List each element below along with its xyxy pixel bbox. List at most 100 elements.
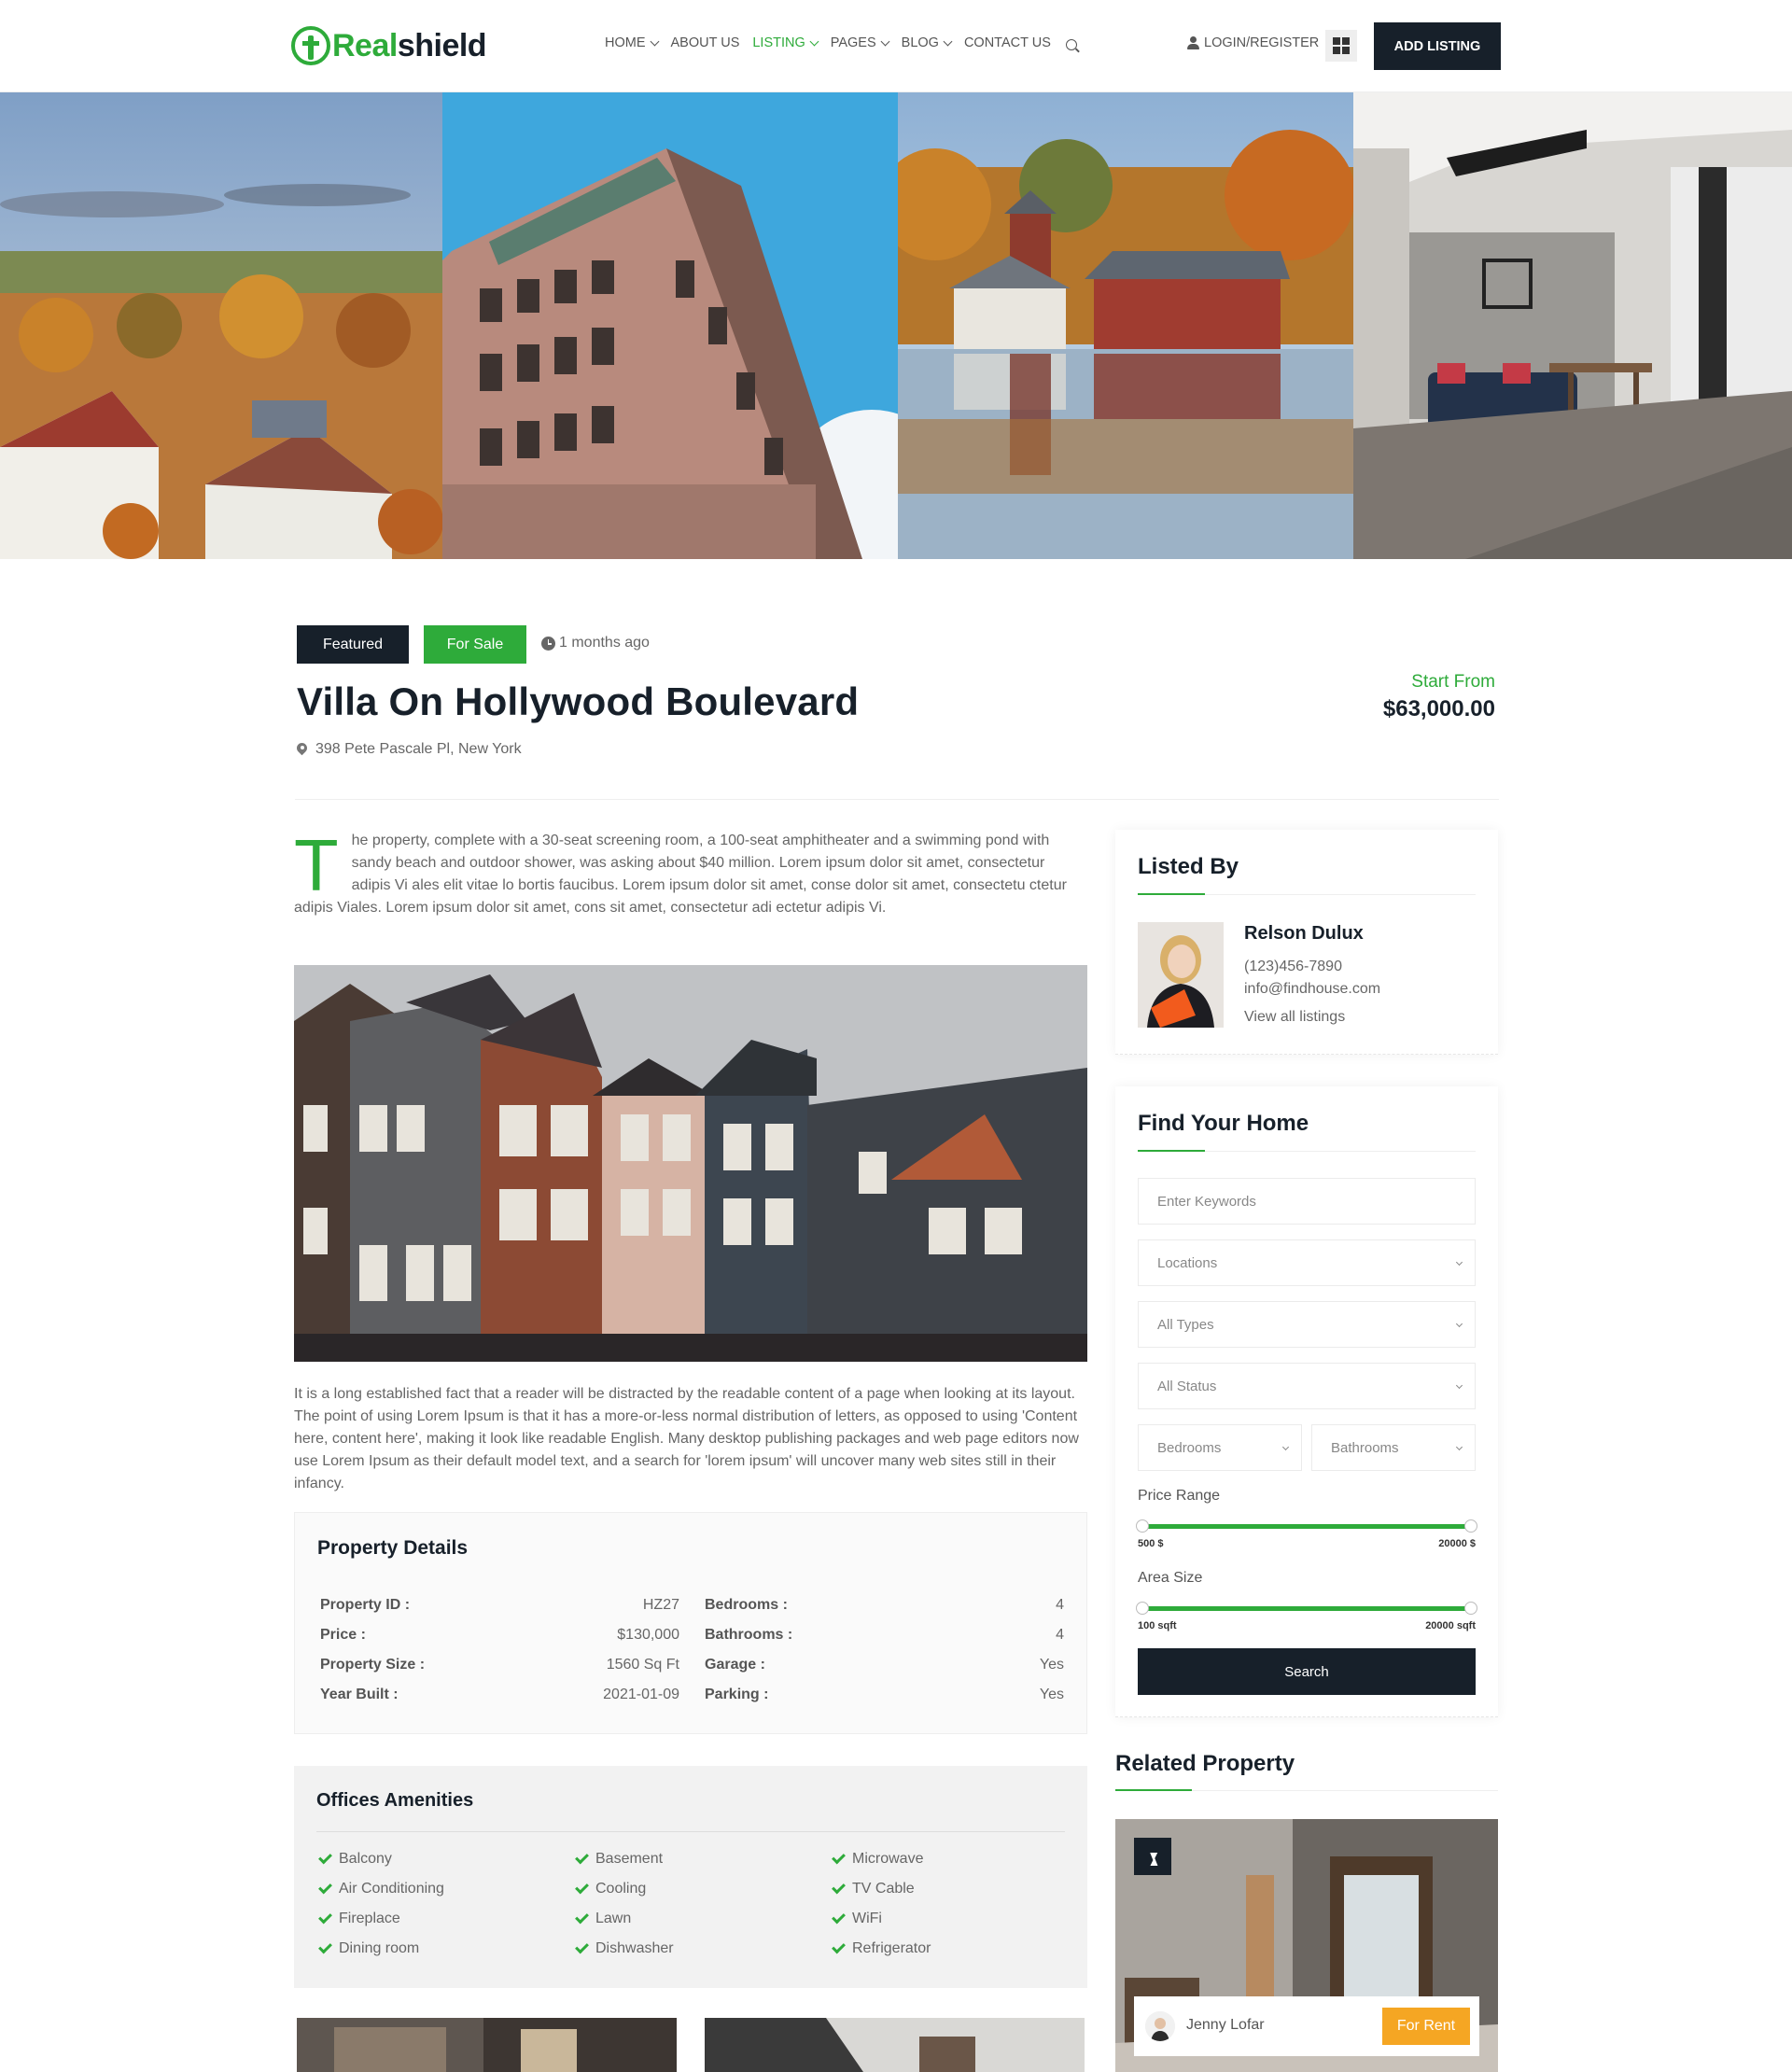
title-underline-accent — [1138, 1150, 1205, 1152]
amenity-item: Cooling — [575, 1880, 646, 1897]
gallery-image-village[interactable] — [0, 92, 442, 559]
find-home-card: Find Your Home Enter Keywords Locations … — [1115, 1086, 1498, 1717]
map-pin-icon — [297, 743, 307, 757]
listed-by-title: Listed By — [1138, 854, 1239, 879]
related-property-card[interactable]: Jenny Lofar For Rent — [1115, 1819, 1498, 2072]
property-photo-townhouses[interactable] — [294, 965, 1087, 1362]
gallery-image-lake-house[interactable] — [898, 92, 1353, 559]
nav-pages-label: PAGES — [830, 35, 876, 50]
bedrooms-select[interactable]: Bedrooms — [1138, 1424, 1302, 1471]
nav-contact[interactable]: CONTACT US — [964, 35, 1051, 50]
detail-value: 1560 Sq Ft — [606, 1657, 679, 1673]
slider-handle-max[interactable] — [1464, 1519, 1477, 1533]
check-icon — [318, 1939, 332, 1954]
types-select[interactable]: All Types — [1138, 1301, 1476, 1348]
status-select[interactable]: All Status — [1138, 1363, 1476, 1409]
price-range-slider[interactable] — [1136, 1519, 1477, 1533]
view-all-listings-link[interactable]: View all listings — [1244, 1009, 1345, 1026]
check-icon — [318, 1880, 332, 1895]
amenity-label: Dining room — [339, 1940, 420, 1956]
detail-value: 4 — [1056, 1627, 1064, 1643]
agent-email[interactable]: info@findhouse.com — [1244, 981, 1380, 998]
lightning-icon — [1147, 1852, 1158, 1861]
amenity-item: Lawn — [575, 1910, 631, 1927]
check-icon — [575, 1850, 589, 1865]
bathrooms-value: Bathrooms — [1331, 1439, 1399, 1456]
grid-icon-cell — [1342, 47, 1350, 54]
amenity-item: TV Cable — [832, 1880, 915, 1897]
nav-blog-label: BLOG — [901, 35, 939, 50]
related-agent-strip: Jenny Lofar For Rent — [1134, 1996, 1479, 2056]
keywords-input[interactable]: Enter Keywords — [1138, 1178, 1476, 1225]
search-icon — [1065, 38, 1077, 50]
check-icon — [575, 1939, 589, 1954]
amenity-item: Dishwasher — [575, 1939, 674, 1957]
slider-handle-min[interactable] — [1136, 1602, 1149, 1615]
amenity-item: Balcony — [318, 1850, 392, 1868]
grid-menu-button[interactable] — [1325, 30, 1357, 62]
logo-text-green: Real — [332, 27, 398, 63]
divider — [295, 799, 1499, 800]
amenity-label: Refrigerator — [852, 1940, 931, 1956]
chevron-down-icon — [1455, 1320, 1463, 1328]
gallery-image-living-room[interactable] — [1353, 92, 1792, 559]
for-sale-badge: For Sale — [424, 625, 526, 664]
locations-select[interactable]: Locations — [1138, 1239, 1476, 1286]
chevron-down-icon — [1455, 1443, 1463, 1451]
check-icon — [832, 1880, 846, 1895]
find-home-title: Find Your Home — [1138, 1111, 1309, 1136]
posted-time: 1 months ago — [541, 635, 650, 651]
agent-name: Relson Dulux — [1244, 923, 1364, 944]
amenity-label: TV Cable — [852, 1881, 915, 1897]
nav-contact-label: CONTACT US — [963, 35, 1051, 50]
nav-listing[interactable]: LISTING — [752, 35, 819, 50]
nav-blog[interactable]: BLOG — [901, 35, 953, 50]
user-icon — [1187, 36, 1199, 49]
amenity-label: Balcony — [339, 1851, 392, 1867]
description-text: he property, complete with a 30-seat scr… — [294, 833, 1067, 916]
nav-about[interactable]: ABOUT US — [671, 35, 740, 50]
check-icon — [832, 1850, 846, 1865]
bathrooms-select[interactable]: Bathrooms — [1311, 1424, 1476, 1471]
featured-badge: Featured — [297, 625, 409, 664]
floor-plan-image[interactable] — [705, 2018, 1085, 2072]
property-title: Villa On Hollywood Boulevard — [297, 679, 860, 723]
amenity-label: WiFi — [852, 1911, 882, 1926]
check-icon — [318, 1910, 332, 1925]
check-icon — [318, 1850, 332, 1865]
area-max-value: 20000 sqft — [1425, 1620, 1476, 1631]
detail-value: 4 — [1056, 1597, 1064, 1613]
site-logo[interactable]: Realshield — [291, 24, 487, 67]
add-listing-button[interactable]: ADD LISTING — [1374, 22, 1501, 70]
search-button[interactable]: Search — [1138, 1648, 1476, 1695]
nav-pages[interactable]: PAGES — [830, 35, 890, 50]
related-property-title: Related Property — [1115, 1751, 1295, 1776]
nav-search-button[interactable] — [1064, 35, 1077, 50]
hero-gallery — [0, 92, 1792, 559]
title-underline-accent — [1138, 893, 1205, 895]
title-underline — [1115, 1789, 1498, 1791]
agent-avatar[interactable] — [1138, 922, 1224, 1028]
floor-plan-image[interactable] — [297, 2018, 677, 2072]
login-label: LOGIN/REGISTER — [1204, 35, 1320, 50]
property-details-title: Property Details — [317, 1537, 469, 1559]
detail-value: $130,000 — [617, 1627, 679, 1643]
slider-handle-max[interactable] — [1464, 1602, 1477, 1615]
property-price: $63,000.00 — [1382, 696, 1495, 721]
title-underline — [1138, 1150, 1476, 1152]
amenity-label: Fireplace — [339, 1911, 400, 1926]
login-register-link[interactable]: LOGIN/REGISTER — [1187, 35, 1319, 50]
price-label: Start From — [1411, 672, 1495, 692]
agent-avatar[interactable] — [1145, 2011, 1175, 2041]
property-description: The property, complete with a 30-seat sc… — [294, 829, 1087, 919]
gallery-image-building[interactable] — [442, 92, 898, 559]
property-details-panel: Property Details Property ID : HZ27 Pric… — [294, 1512, 1087, 1734]
related-agent-name[interactable]: Jenny Lofar — [1186, 2017, 1265, 2034]
area-size-slider[interactable] — [1136, 1602, 1477, 1615]
agent-phone[interactable]: (123)456-7890 — [1244, 959, 1342, 975]
amenity-label: Dishwasher — [595, 1940, 674, 1956]
slider-handle-min[interactable] — [1136, 1519, 1149, 1533]
nav-home[interactable]: HOME — [605, 35, 659, 50]
logo-icon — [291, 26, 330, 65]
area-min-value: 100 sqft — [1138, 1620, 1177, 1631]
